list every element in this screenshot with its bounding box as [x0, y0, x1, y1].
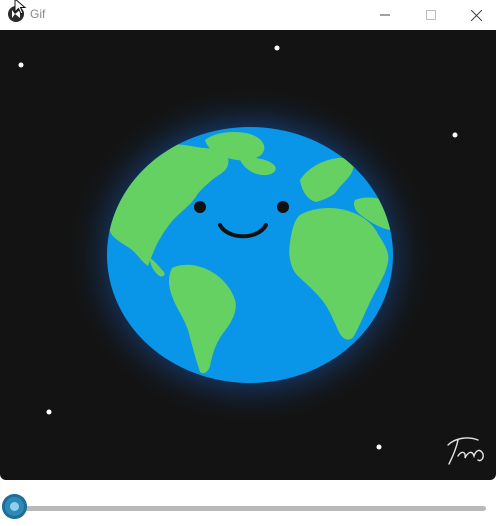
- maximize-icon: [426, 10, 436, 20]
- star-icon: [18, 62, 24, 68]
- star-icon: [376, 444, 382, 450]
- right-eye-icon: [277, 201, 289, 213]
- slider-track[interactable]: [14, 506, 486, 511]
- artist-signature: [447, 437, 484, 465]
- star-icon: [452, 132, 458, 138]
- maximize-button[interactable]: [408, 0, 454, 30]
- star-icon: [46, 409, 52, 415]
- slider-handle[interactable]: [2, 494, 27, 519]
- star-icon: [274, 45, 280, 51]
- window-title: Gif: [30, 7, 46, 21]
- left-eye-icon: [194, 201, 206, 213]
- playback-slider[interactable]: [0, 494, 499, 522]
- window-content: [0, 30, 499, 526]
- close-icon: [470, 9, 482, 21]
- title-bar: Gif: [0, 0, 499, 30]
- gif-canvas: [0, 30, 496, 480]
- minimize-icon: [380, 14, 390, 16]
- earth-animation: [18, 45, 484, 465]
- minimize-button[interactable]: [362, 0, 408, 30]
- close-button[interactable]: [453, 0, 499, 30]
- cursor-arrow-icon: [14, 0, 27, 15]
